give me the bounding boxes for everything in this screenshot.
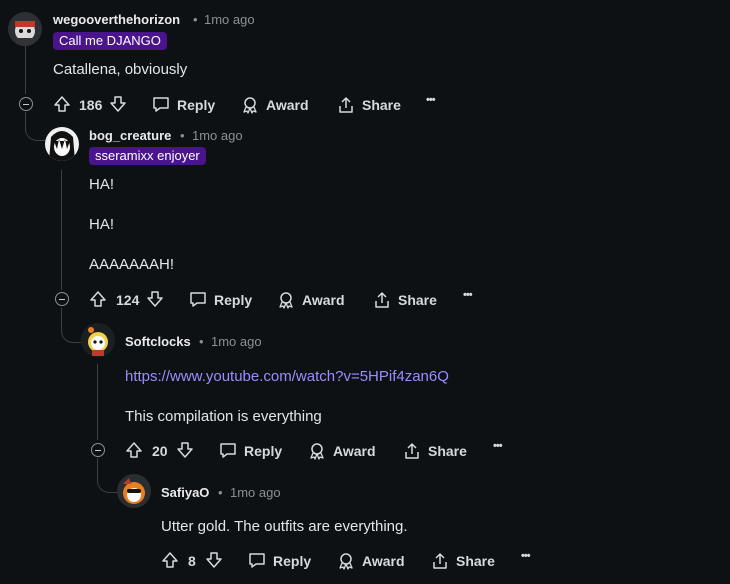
avatar[interactable] [81,323,115,357]
share-icon [405,443,419,459]
separator-dot: • [218,485,223,500]
reply-label: Reply [244,442,283,459]
award-label: Award [302,292,345,308]
upvote-icon[interactable] [161,551,179,574]
share-button[interactable]: Share [403,442,467,460]
username[interactable]: SafiyaO [161,485,209,500]
award-button[interactable]: Award [241,96,309,114]
award-button[interactable]: Award [337,552,405,570]
collapse-icon[interactable] [91,443,105,457]
award-label: Award [333,443,376,459]
timestamp[interactable]: 1mo ago [211,334,262,349]
reply-label: Reply [177,96,216,113]
reply-label: Reply [273,552,312,569]
vote-count: 20 [152,443,168,459]
reply-button[interactable]: Reply [189,291,252,308]
comment-body: This compilation is everything [125,408,322,425]
reply-icon [249,553,265,568]
reply-icon [220,443,236,458]
avatar[interactable] [8,12,42,46]
username[interactable]: bog_creature [89,128,171,143]
downvote-icon[interactable] [109,95,127,118]
vote-count: 8 [188,553,196,569]
comment-body-line: HA! [89,216,115,233]
separator-dot: • [199,334,204,349]
more-icon[interactable]: ••• [521,550,531,562]
share-button[interactable]: Share [431,552,495,570]
award-icon [310,443,324,460]
award-label: Award [266,97,309,113]
downvote-icon[interactable] [176,441,194,464]
reply-button[interactable]: Reply [152,96,215,113]
downvote-icon[interactable] [146,290,164,313]
user-flair: sseramixx enjoyer [89,147,206,165]
share-label: Share [398,292,437,308]
reply-label: Reply [214,291,253,308]
collapse-icon[interactable] [19,97,33,111]
reply-icon [190,292,206,307]
avatar[interactable] [117,474,151,508]
share-button[interactable]: Share [373,291,437,309]
comment-body: Catallena, obviously [53,61,188,78]
share-button[interactable]: Share [337,96,401,114]
more-icon[interactable]: ••• [426,94,436,106]
share-icon [375,292,389,308]
separator-dot: • [180,128,185,143]
award-icon [339,553,353,570]
comment-link[interactable]: https://www.youtube.com/watch?v=5HPif4za… [125,368,449,385]
award-label: Award [362,553,405,569]
downvote-icon[interactable] [205,551,223,574]
vote-count: 186 [79,97,103,113]
award-icon [243,97,257,114]
collapse-icon[interactable] [55,292,69,306]
upvote-icon[interactable] [53,95,71,118]
comment-body-line: HA! [89,176,115,193]
more-icon[interactable]: ••• [463,289,473,301]
share-label: Share [456,553,495,569]
share-label: Share [428,443,467,459]
share-icon [433,553,447,569]
avatar[interactable] [45,127,79,161]
comment-body: Utter gold. The outfits are everything. [161,518,408,535]
upvote-icon[interactable] [89,290,107,313]
username[interactable]: wegooverthehorizon [53,12,180,27]
share-icon [339,97,353,113]
reply-button[interactable]: Reply [248,552,311,569]
username[interactable]: Softclocks [125,334,191,349]
reply-button[interactable]: Reply [219,442,282,459]
award-button[interactable]: Award [277,291,345,309]
timestamp[interactable]: 1mo ago [204,12,255,27]
award-icon [279,292,293,309]
upvote-icon[interactable] [125,441,143,464]
user-flair: Call me DJANGO [53,32,167,50]
comment-body-line: AAAAAAAH! [89,256,175,273]
vote-count: 124 [116,292,140,308]
share-label: Share [362,97,401,113]
timestamp[interactable]: 1mo ago [192,128,243,143]
more-icon[interactable]: ••• [493,440,503,452]
award-button[interactable]: Award [308,442,376,460]
separator-dot: • [193,12,198,27]
timestamp[interactable]: 1mo ago [230,485,281,500]
reply-icon [153,97,169,112]
